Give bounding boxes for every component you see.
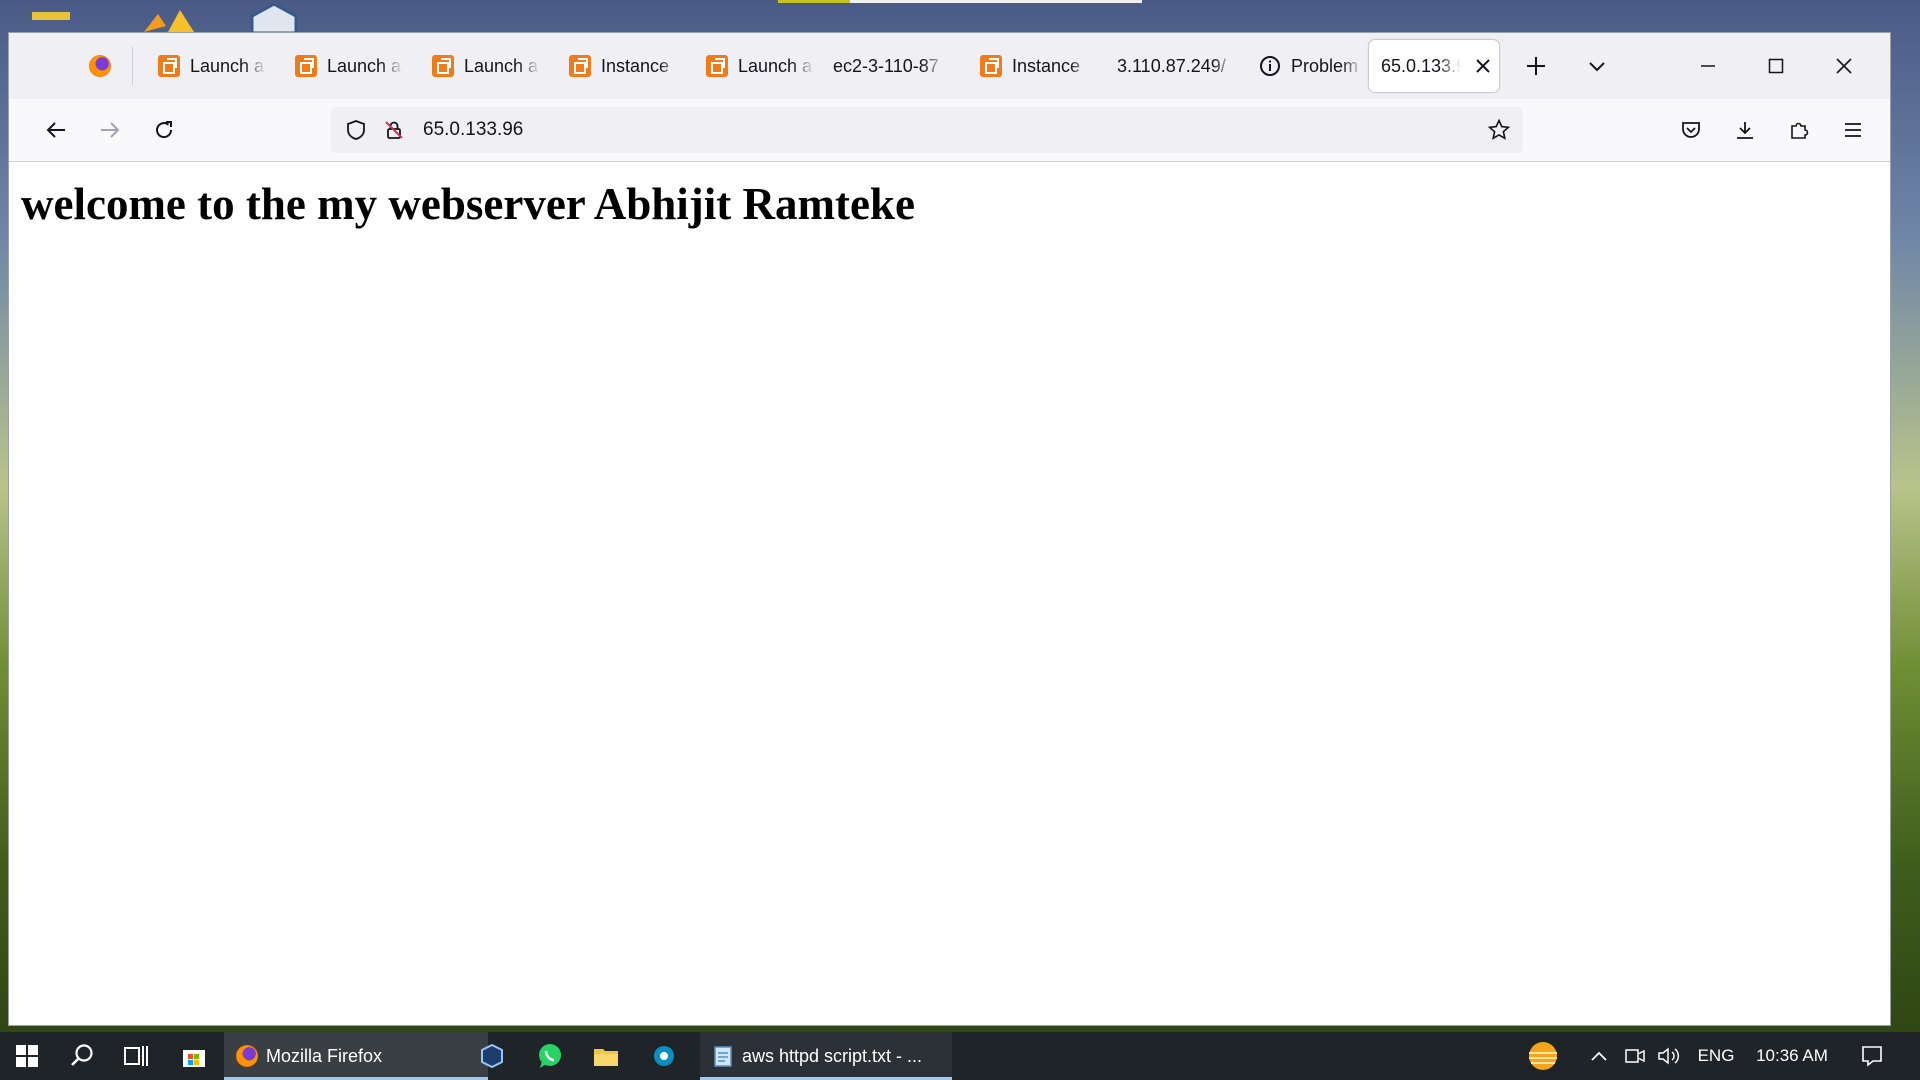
microsoft-store-button[interactable] <box>170 1032 218 1080</box>
firefox-window: Launch a Launch a Launch a Instance Laun… <box>9 33 1890 1025</box>
search-button[interactable] <box>58 1032 106 1080</box>
tab-ip-address[interactable]: 3.110.87.249/ <box>1099 33 1239 99</box>
speaker-icon <box>1657 1046 1681 1066</box>
new-tab-button[interactable] <box>1514 33 1558 99</box>
navigation-toolbar: 65.0.133.96 <box>9 99 1890 162</box>
taskbar-meeting-app[interactable] <box>640 1032 688 1080</box>
close-tab-icon[interactable] <box>1475 58 1491 74</box>
aws-icon <box>569 55 591 77</box>
pocket-icon <box>1680 119 1702 141</box>
desktop-virtualbox-icon[interactable] <box>244 0 304 33</box>
desktop-app-icon[interactable] <box>138 0 200 33</box>
notepad-icon <box>712 1044 734 1068</box>
bookmark-star-icon[interactable] <box>1487 118 1511 142</box>
whatsapp-icon <box>536 1042 564 1070</box>
url-text[interactable]: 65.0.133.96 <box>423 119 523 141</box>
show-hidden-icons-button[interactable] <box>1584 1032 1614 1080</box>
aws-icon <box>295 55 317 77</box>
maximize-button[interactable] <box>1749 33 1803 99</box>
tab-instance-1[interactable]: Instance <box>551 33 686 99</box>
back-button[interactable] <box>35 109 77 151</box>
list-all-tabs-button[interactable] <box>1575 33 1619 99</box>
page-content: welcome to the my webserver Abhijit Ramt… <box>9 162 1890 1025</box>
notification-icon <box>1860 1044 1884 1068</box>
taskbar-whatsapp[interactable] <box>526 1032 574 1080</box>
tab-launch-2[interactable]: Launch a <box>277 33 412 99</box>
reload-button[interactable] <box>143 109 185 151</box>
forward-button[interactable] <box>89 109 131 151</box>
puzzle-icon <box>1788 119 1810 141</box>
windows-logo-icon <box>15 1044 39 1068</box>
folder-icon <box>592 1044 620 1068</box>
action-center-button[interactable] <box>1848 1032 1896 1080</box>
taskbar-firefox-label: Mozilla Firefox <box>266 1045 383 1066</box>
task-view-button[interactable] <box>112 1032 160 1080</box>
aws-icon <box>706 55 728 77</box>
aws-icon <box>980 55 1002 77</box>
downloads-button[interactable] <box>1724 109 1766 151</box>
hamburger-menu-icon <box>1842 119 1864 141</box>
taskbar-firefox[interactable]: Mozilla Firefox <box>224 1032 488 1080</box>
extensions-button[interactable] <box>1778 109 1820 151</box>
tab-launch-4[interactable]: Launch a <box>688 33 823 99</box>
app-menu-button[interactable] <box>1832 109 1874 151</box>
tab-active-65-0-133-96[interactable]: 65.0.133.96 <box>1369 40 1499 92</box>
input-language[interactable]: ENG <box>1692 1032 1740 1080</box>
windows-taskbar: Mozilla Firefox aws httpd script.txt - .… <box>0 1032 1920 1080</box>
close-window-button[interactable] <box>1817 33 1871 99</box>
insecure-lock-icon[interactable] <box>383 119 405 141</box>
tracking-protection-shield-icon[interactable] <box>345 119 367 141</box>
tab-separator <box>132 47 133 85</box>
search-icon <box>69 1043 95 1069</box>
volume-button[interactable] <box>1654 1032 1684 1080</box>
tab-problem[interactable]: Problem <box>1241 33 1376 99</box>
tab-launch-3[interactable]: Launch a <box>414 33 549 99</box>
weather-widget[interactable] <box>1518 1032 1568 1080</box>
tab-ec2-host[interactable]: ec2-3-110-87 <box>825 33 960 99</box>
task-view-icon <box>123 1044 149 1068</box>
aws-icon <box>158 55 180 77</box>
info-icon <box>1259 55 1281 77</box>
pocket-button[interactable] <box>1670 109 1712 151</box>
desktop-strip <box>778 0 1142 3</box>
firefox-logo-icon <box>236 1045 258 1067</box>
taskbar-virtualbox[interactable] <box>468 1032 516 1080</box>
camera-icon <box>1624 1046 1646 1066</box>
store-icon <box>181 1043 207 1069</box>
desktop-folder-icon[interactable] <box>30 0 72 33</box>
taskbar-notepad-label: aws httpd script.txt - ... <box>742 1045 923 1066</box>
minimize-button[interactable] <box>1681 33 1735 99</box>
tab-strip: Launch a Launch a Launch a Instance Laun… <box>9 33 1890 99</box>
download-icon <box>1734 119 1756 141</box>
weather-sun-icon <box>1523 1039 1563 1073</box>
taskbar-file-explorer[interactable] <box>582 1032 630 1080</box>
camera-tray-button[interactable] <box>1620 1032 1650 1080</box>
address-bar[interactable]: 65.0.133.96 <box>331 107 1523 153</box>
virtualbox-icon <box>479 1043 505 1069</box>
tab-instance-2[interactable]: Instance <box>962 33 1097 99</box>
start-button[interactable] <box>0 1032 54 1080</box>
chevron-up-icon <box>1590 1050 1608 1062</box>
firefox-view-button[interactable] <box>81 33 121 99</box>
page-heading: welcome to the my webserver Abhijit Ramt… <box>21 179 915 229</box>
tab-launch-1[interactable]: Launch a <box>140 33 275 99</box>
video-app-icon <box>652 1044 676 1068</box>
clock[interactable]: 10:36 AM <box>1746 1032 1838 1080</box>
aws-icon <box>432 55 454 77</box>
firefox-logo-icon <box>89 55 111 77</box>
taskbar-notepad[interactable]: aws httpd script.txt - ... <box>700 1032 952 1080</box>
